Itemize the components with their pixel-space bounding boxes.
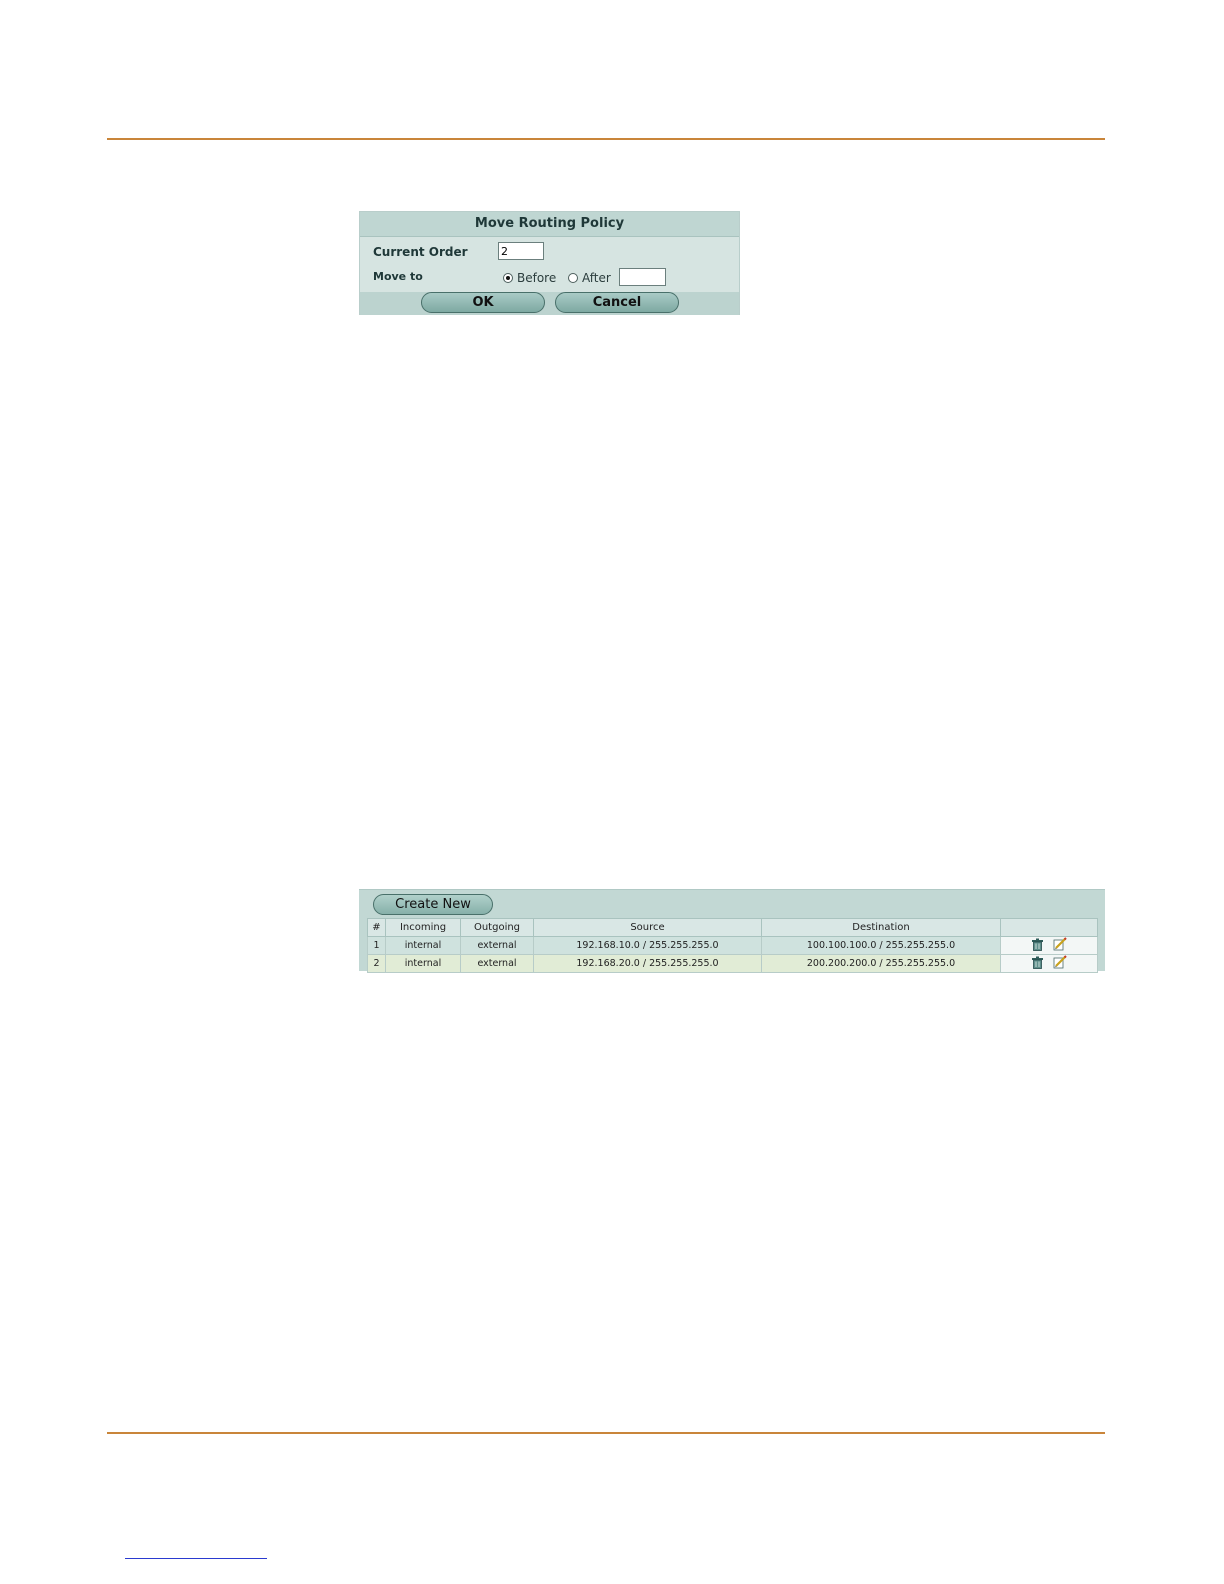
current-order-input[interactable] [498, 242, 544, 260]
delete-icon[interactable] [1031, 938, 1044, 954]
dialog-title: Move Routing Policy [360, 212, 739, 237]
column-header-destination: Destination [761, 918, 1001, 937]
after-position-input[interactable] [619, 268, 666, 286]
row-destination: 100.100.100.0 / 255.255.255.0 [761, 936, 1001, 955]
row-source: 192.168.20.0 / 255.255.255.0 [533, 954, 762, 973]
current-order-label: Current Order [373, 245, 468, 259]
create-new-button[interactable]: Create New [373, 894, 493, 915]
before-radio[interactable] [503, 273, 513, 283]
row-number: 2 [367, 954, 386, 973]
row-number: 1 [367, 936, 386, 955]
footer-link-underline[interactable] [125, 1558, 267, 1559]
routing-policy-table: # Incoming Outgoing Source Destination 1… [367, 918, 1098, 973]
before-label: Before [517, 271, 557, 285]
row-incoming: internal [385, 954, 461, 973]
column-header-actions [1000, 918, 1098, 937]
column-header-incoming: Incoming [385, 918, 461, 937]
routing-policy-list: Create New # Incoming Outgoing Source De… [359, 889, 1105, 973]
row-outgoing: external [460, 936, 534, 955]
move-to-label: Move to [373, 270, 423, 283]
edit-icon[interactable] [1053, 937, 1067, 954]
table-row: 1 internal external 192.168.10.0 / 255.2… [367, 936, 1098, 955]
ok-button[interactable]: OK [421, 292, 545, 313]
table-row: 2 internal external 192.168.20.0 / 255.2… [367, 954, 1098, 973]
after-radio[interactable] [568, 273, 578, 283]
column-header-number: # [367, 918, 386, 937]
column-header-source: Source [533, 918, 762, 937]
cancel-button[interactable]: Cancel [555, 292, 679, 313]
edit-icon[interactable] [1053, 955, 1067, 972]
row-outgoing: external [460, 954, 534, 973]
table-header-row: # Incoming Outgoing Source Destination [367, 918, 1098, 937]
dialog-button-bar: OK Cancel [360, 292, 739, 315]
move-routing-policy-dialog: Move Routing Policy Current Order Move t… [359, 211, 740, 315]
footer-rule [107, 1432, 1105, 1434]
row-incoming: internal [385, 936, 461, 955]
column-header-outgoing: Outgoing [460, 918, 534, 937]
header-rule [107, 138, 1105, 140]
row-source: 192.168.10.0 / 255.255.255.0 [533, 936, 762, 955]
row-actions [1000, 954, 1098, 973]
row-actions [1000, 936, 1098, 955]
delete-icon[interactable] [1031, 956, 1044, 972]
after-label: After [582, 271, 611, 285]
row-destination: 200.200.200.0 / 255.255.255.0 [761, 954, 1001, 973]
